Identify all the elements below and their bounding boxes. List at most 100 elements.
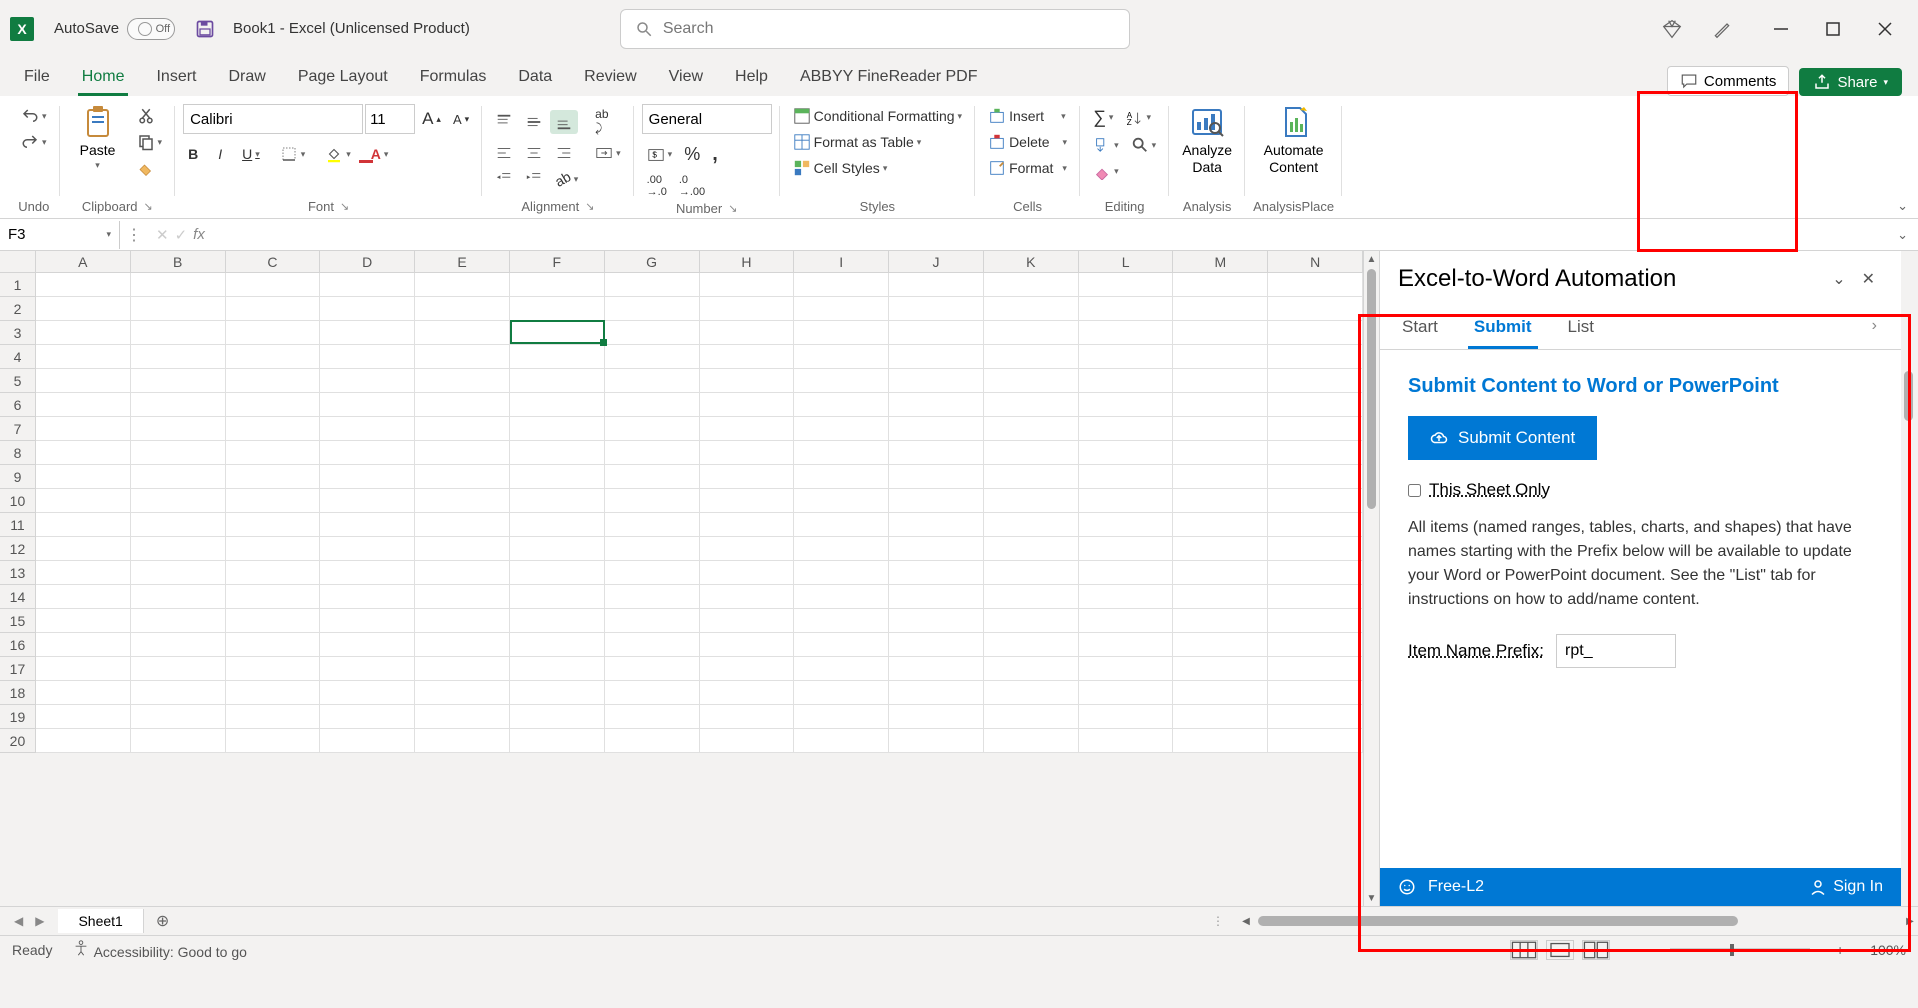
cell[interactable]	[131, 297, 226, 321]
toggle-off[interactable]: Off	[127, 18, 175, 40]
cell[interactable]	[1173, 609, 1268, 633]
zoom-out-button[interactable]: −	[1630, 942, 1650, 958]
cut-button[interactable]	[132, 104, 168, 128]
cell[interactable]	[320, 729, 415, 753]
cell[interactable]	[510, 657, 605, 681]
cell[interactable]	[1173, 441, 1268, 465]
cell[interactable]	[1079, 657, 1174, 681]
menu-tab-data[interactable]: Data	[502, 60, 568, 96]
cell[interactable]	[1173, 321, 1268, 345]
cell[interactable]	[415, 321, 510, 345]
row-header[interactable]: 7	[0, 417, 36, 441]
taskpane-tab-submit[interactable]: Submit	[1472, 307, 1534, 349]
sheet-nav-next[interactable]: ▶	[35, 914, 44, 928]
cell[interactable]	[226, 633, 321, 657]
cell[interactable]	[605, 345, 700, 369]
cell[interactable]	[605, 561, 700, 585]
cell[interactable]	[320, 273, 415, 297]
align-left-button[interactable]	[490, 141, 518, 165]
cell[interactable]	[794, 489, 889, 513]
cell[interactable]	[415, 681, 510, 705]
cell[interactable]	[415, 609, 510, 633]
cell[interactable]	[36, 609, 131, 633]
cell[interactable]	[510, 345, 605, 369]
cell[interactable]	[1268, 681, 1363, 705]
cell[interactable]	[889, 489, 984, 513]
cell[interactable]	[605, 417, 700, 441]
cell[interactable]	[36, 369, 131, 393]
cell[interactable]	[1268, 657, 1363, 681]
cell[interactable]	[226, 297, 321, 321]
cell[interactable]	[984, 585, 1079, 609]
cell[interactable]	[320, 369, 415, 393]
cell[interactable]	[36, 345, 131, 369]
cell[interactable]	[510, 705, 605, 729]
menu-tab-help[interactable]: Help	[719, 60, 784, 96]
cell[interactable]	[700, 417, 795, 441]
wrap-text-button[interactable]: ab⤸	[590, 104, 613, 139]
find-button[interactable]: ▾	[1126, 133, 1162, 157]
cell[interactable]	[605, 633, 700, 657]
automate-content-button[interactable]: Automate Content	[1254, 104, 1334, 176]
cell[interactable]	[700, 273, 795, 297]
cell[interactable]	[984, 489, 1079, 513]
cell[interactable]	[1268, 441, 1363, 465]
cell[interactable]	[1268, 465, 1363, 489]
cell[interactable]	[131, 585, 226, 609]
dialog-launcher-icon[interactable]: ↘	[728, 202, 737, 215]
increase-font-button[interactable]: A▴	[417, 106, 446, 132]
menu-tab-file[interactable]: File	[8, 60, 66, 96]
cell[interactable]	[320, 705, 415, 729]
cell[interactable]	[700, 657, 795, 681]
cell[interactable]	[131, 345, 226, 369]
cell[interactable]	[1079, 489, 1174, 513]
cell[interactable]	[794, 369, 889, 393]
cell[interactable]	[700, 705, 795, 729]
cell[interactable]	[1268, 393, 1363, 417]
cell[interactable]	[1079, 417, 1174, 441]
this-sheet-only-checkbox[interactable]	[1408, 484, 1421, 497]
scroll-thumb[interactable]	[1367, 269, 1376, 509]
cell[interactable]	[1079, 705, 1174, 729]
cell[interactable]	[131, 489, 226, 513]
cell[interactable]	[984, 465, 1079, 489]
cell[interactable]	[984, 657, 1079, 681]
format-cells-button[interactable]: Format ▾	[983, 156, 1072, 180]
cell[interactable]	[1173, 681, 1268, 705]
cell[interactable]	[1268, 369, 1363, 393]
bold-button[interactable]: B	[183, 143, 203, 165]
cell[interactable]	[415, 417, 510, 441]
cell[interactable]	[226, 705, 321, 729]
scroll-thumb[interactable]	[1258, 916, 1738, 926]
name-box[interactable]: F3 ▾	[0, 221, 120, 249]
row-header[interactable]: 6	[0, 393, 36, 417]
cell[interactable]	[415, 345, 510, 369]
column-header[interactable]: L	[1079, 251, 1174, 272]
cell[interactable]	[510, 465, 605, 489]
insert-cells-button[interactable]: Insert ▾	[983, 104, 1071, 128]
cell[interactable]	[36, 321, 131, 345]
row-header[interactable]: 15	[0, 609, 36, 633]
zoom-in-button[interactable]: +	[1830, 942, 1850, 958]
align-right-button[interactable]	[550, 141, 578, 165]
row-header[interactable]: 19	[0, 705, 36, 729]
scroll-left-arrow[interactable]: ◀	[1238, 916, 1254, 927]
page-layout-view-button[interactable]	[1546, 940, 1574, 960]
cell[interactable]	[794, 609, 889, 633]
cell[interactable]	[889, 585, 984, 609]
cell[interactable]	[36, 417, 131, 441]
cell[interactable]	[320, 537, 415, 561]
cell[interactable]	[984, 345, 1079, 369]
cell[interactable]	[984, 321, 1079, 345]
cell[interactable]	[1173, 417, 1268, 441]
cell[interactable]	[415, 633, 510, 657]
cell[interactable]	[984, 417, 1079, 441]
menu-tab-review[interactable]: Review	[568, 60, 652, 96]
autosum-button[interactable]: ∑ ▾	[1088, 104, 1118, 131]
cell[interactable]	[226, 657, 321, 681]
cell[interactable]	[1268, 585, 1363, 609]
cell[interactable]	[1173, 297, 1268, 321]
cell-styles-button[interactable]: Cell Styles ▾	[788, 156, 893, 180]
copy-button[interactable]: ▾	[132, 130, 168, 154]
percent-button[interactable]: %	[679, 141, 705, 168]
